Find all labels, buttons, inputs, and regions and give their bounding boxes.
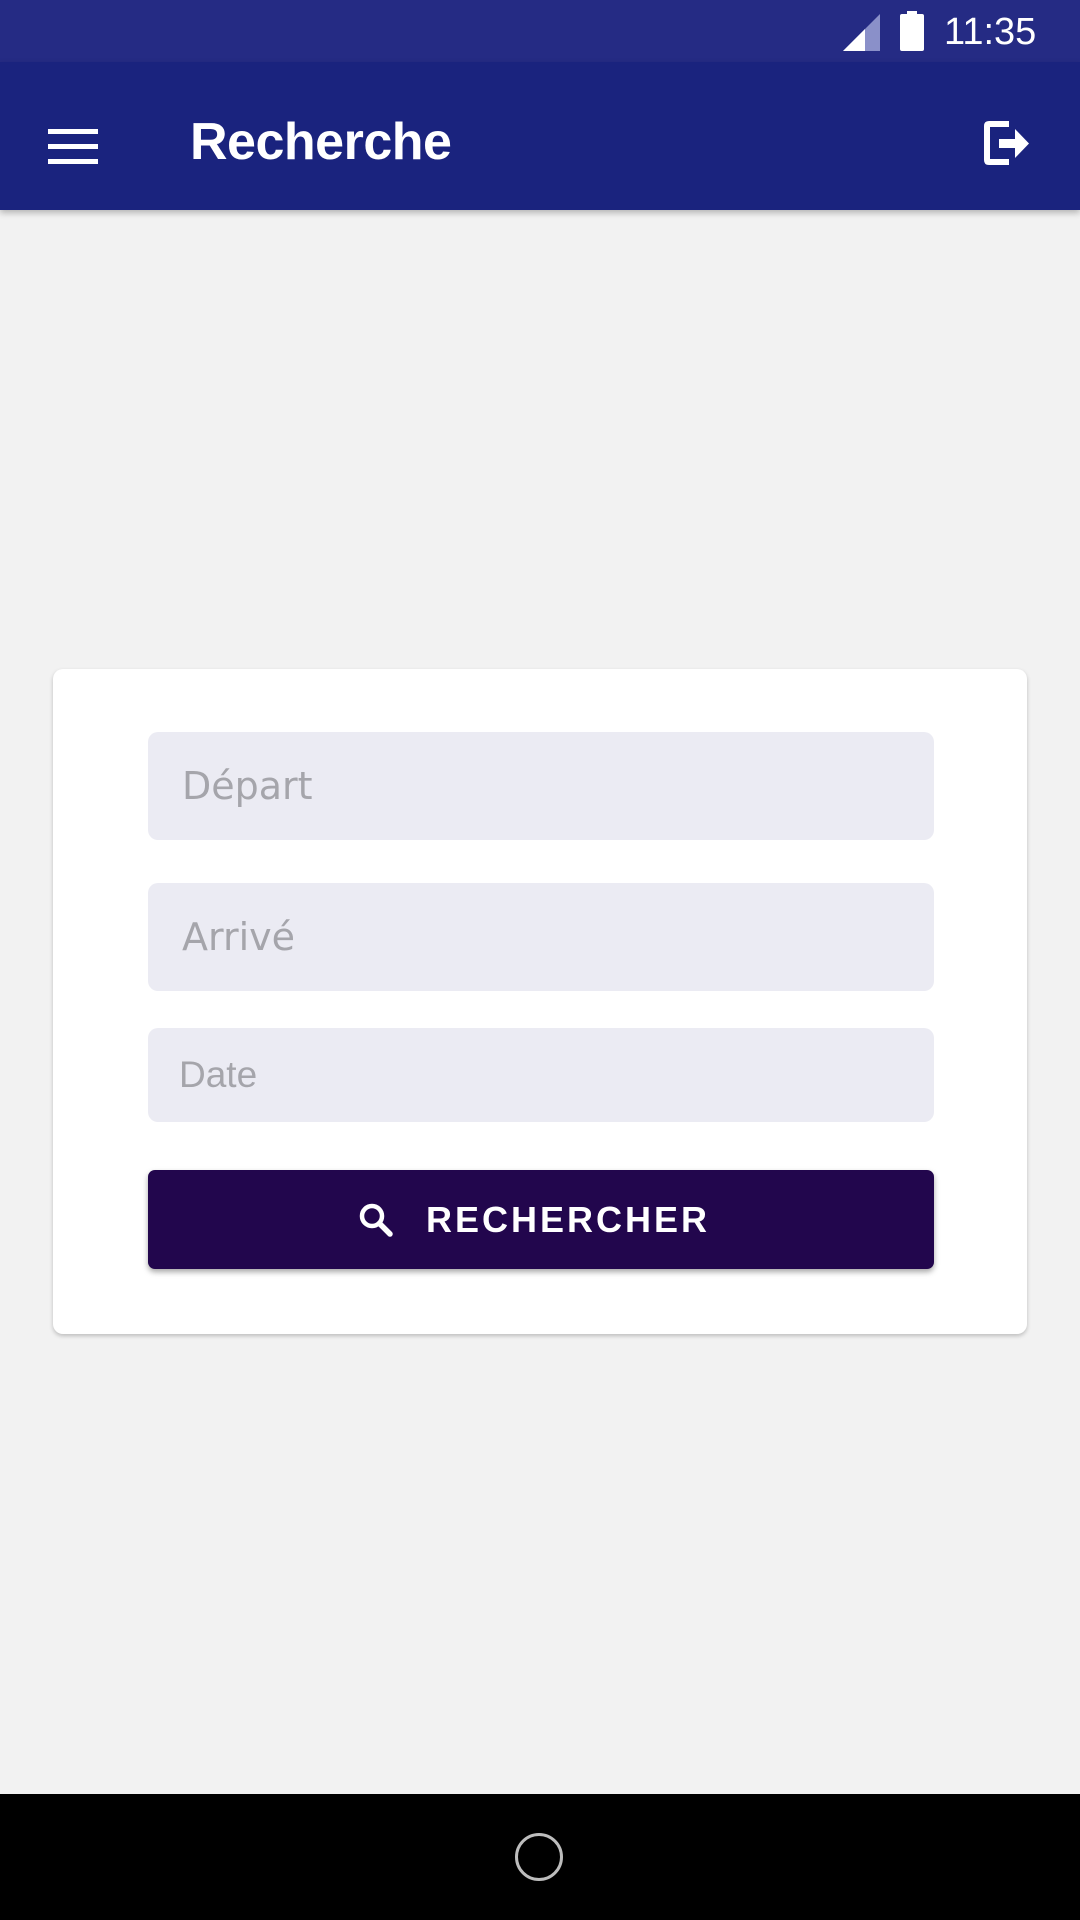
home-circle-icon[interactable] (515, 1833, 563, 1881)
depart-field[interactable]: Départ (148, 732, 934, 840)
search-button[interactable]: RECHERCHER (148, 1170, 934, 1269)
search-icon (356, 1200, 396, 1240)
arrive-placeholder: Arrivé (182, 915, 295, 959)
depart-placeholder: Départ (182, 764, 313, 808)
arrive-field[interactable]: Arrivé (148, 883, 934, 991)
date-placeholder: Date (179, 1054, 258, 1095)
logout-icon (984, 121, 1029, 165)
navigation-bar (0, 1794, 1080, 1920)
status-bar: 11:35 (0, 0, 1080, 62)
menu-button[interactable] (28, 102, 118, 192)
status-clock: 11:35 (944, 11, 1037, 53)
signal-icon (843, 14, 880, 51)
logout-button[interactable] (960, 98, 1050, 188)
app-bar: Recherche (0, 62, 1080, 210)
search-button-label: RECHERCHER (425, 1198, 711, 1240)
battery-icon (900, 11, 924, 51)
page-title: Recherche (190, 113, 452, 171)
hamburger-menu-icon (48, 129, 98, 164)
date-field[interactable]: Date (148, 1028, 934, 1122)
